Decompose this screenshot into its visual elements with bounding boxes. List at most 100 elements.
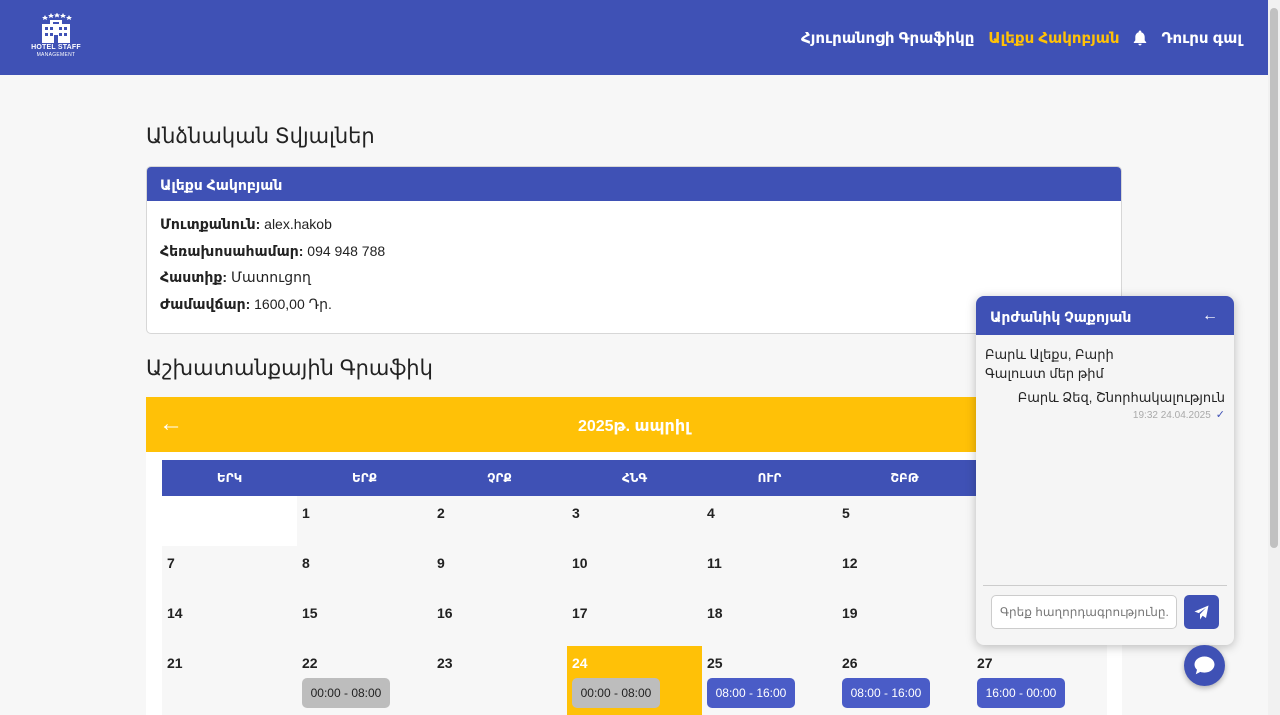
- chat-divider: [983, 585, 1227, 586]
- chat-header: Արժանիկ Չաքոյան ←: [976, 296, 1234, 335]
- day-number: 4: [707, 505, 715, 521]
- shift-badge[interactable]: 08:00 - 16:00: [842, 678, 930, 708]
- send-message-button[interactable]: [1184, 595, 1219, 629]
- weekday-header: ՀՆԳ: [567, 460, 702, 496]
- calendar-day-cell[interactable]: 10: [567, 546, 702, 596]
- calendar-empty-cell: [162, 496, 297, 546]
- shift-badge[interactable]: 00:00 - 08:00: [302, 678, 390, 708]
- day-number: 12: [842, 555, 858, 571]
- hotel-logo[interactable]: HOTEL STAFF MANAGEMENT: [29, 13, 83, 63]
- nav-logout-link[interactable]: Դուրս գալ: [1161, 29, 1242, 47]
- position-row: Հաստիք: Մատուցող: [160, 264, 1108, 291]
- day-number: 14: [167, 605, 183, 621]
- calendar-day-cell[interactable]: 24 00:00 - 08:00: [567, 646, 702, 715]
- calendar-day-cell[interactable]: 25 08:00 - 16:00: [702, 646, 837, 715]
- weekday-header: ԵՐՔ: [297, 460, 432, 496]
- day-number: 23: [437, 655, 453, 671]
- weekday-header: ԵՐԿ: [162, 460, 297, 496]
- work-schedule-heading: Աշխատանքային Գրաֆիկ: [146, 357, 433, 380]
- day-number: 16: [437, 605, 453, 621]
- position-label: Հաստիք:: [160, 269, 228, 285]
- day-number: 27: [977, 655, 993, 671]
- nav-links: Հյուրանոցի Գրաֆիկը Ալեքս Հակոբյան Դուրս …: [801, 0, 1242, 75]
- day-number: 10: [572, 555, 588, 571]
- calendar-day-cell[interactable]: 16: [432, 596, 567, 646]
- send-icon: [1194, 605, 1209, 620]
- day-number: 15: [302, 605, 318, 621]
- chat-message-incoming: Բարև Ալեքս, Բարի Գալուստ մեր թիմ: [985, 347, 1114, 381]
- hourly-rate-label: Ժամավճար:: [160, 295, 251, 312]
- calendar-day-cell[interactable]: 1: [297, 496, 432, 546]
- chat-message-outgoing: Բարև Ձեզ, Շնորհակալություն: [1017, 390, 1225, 405]
- top-navbar: HOTEL STAFF MANAGEMENT Հյուրանոցի Գրաֆիկ…: [0, 0, 1268, 75]
- chat-toggle-button[interactable]: [1184, 645, 1225, 686]
- weekday-header: ՈՒՐ: [702, 460, 837, 496]
- nav-hotel-schedule-link[interactable]: Հյուրանոցի Գրաֆիկը: [801, 29, 974, 47]
- chat-message-input[interactable]: [991, 595, 1177, 629]
- calendar-day-cell[interactable]: 11: [702, 546, 837, 596]
- day-number: 21: [167, 655, 183, 671]
- brand-line1: HOTEL STAFF: [31, 44, 81, 51]
- read-check-icon: ✓: [1215, 409, 1225, 421]
- page-scrollbar[interactable]: [1268, 0, 1280, 715]
- day-number: 8: [302, 555, 310, 571]
- calendar-day-cell[interactable]: 7: [162, 546, 297, 596]
- day-number: 26: [842, 655, 858, 671]
- calendar-day-cell[interactable]: 2: [432, 496, 567, 546]
- calendar-day-cell[interactable]: 14: [162, 596, 297, 646]
- day-number: 9: [437, 555, 445, 571]
- phone-label: Հեռախոսահամար:: [160, 242, 304, 259]
- calendar-day-cell[interactable]: 22 00:00 - 08:00: [297, 646, 432, 715]
- day-number: 24: [572, 655, 588, 671]
- calendar-day-cell[interactable]: 4: [702, 496, 837, 546]
- username-label: Մուտքանուն:: [160, 216, 261, 232]
- calendar-day-cell[interactable]: 8: [297, 546, 432, 596]
- calendar-day-cell[interactable]: 19: [837, 596, 972, 646]
- calendar-day-cell[interactable]: 23: [432, 646, 567, 715]
- brand-line2: MANAGEMENT: [36, 52, 76, 58]
- phone-row: Հեռախոսահամար: 094 948 788: [160, 238, 1108, 265]
- scrollbar-thumb[interactable]: [1270, 8, 1278, 548]
- username-value: alex.hakob: [264, 216, 332, 232]
- weekday-header: ՉՐՔ: [432, 460, 567, 496]
- shift-badge[interactable]: 00:00 - 08:00: [572, 678, 660, 708]
- shift-badge[interactable]: 16:00 - 00:00: [977, 678, 1065, 708]
- day-number: 5: [842, 505, 850, 521]
- username-row: Մուտքանուն: alex.hakob: [160, 211, 1108, 238]
- calendar-day-cell[interactable]: 3: [567, 496, 702, 546]
- day-number: 3: [572, 505, 580, 521]
- phone-value: 094 948 788: [307, 242, 386, 259]
- day-number: 1: [302, 505, 310, 521]
- day-number: 18: [707, 605, 723, 621]
- calendar-day-cell[interactable]: 5: [837, 496, 972, 546]
- calendar-day-cell[interactable]: 18: [702, 596, 837, 646]
- chat-back-button[interactable]: ←: [1202, 307, 1218, 325]
- day-number: 17: [572, 605, 588, 621]
- calendar-day-cell[interactable]: 21: [162, 646, 297, 715]
- calendar-day-cell[interactable]: 9: [432, 546, 567, 596]
- weekday-header: ՇԲԹ: [837, 460, 972, 496]
- card-body: Մուտքանուն: alex.hakob Հեռախոսահամար: 09…: [147, 201, 1121, 327]
- hotel-building-icon: [42, 13, 72, 43]
- calendar-day-cell[interactable]: 15: [297, 596, 432, 646]
- bell-icon[interactable]: [1133, 30, 1147, 46]
- card-user-name: Ալեքս Հակոբյան: [147, 167, 1121, 201]
- calendar-day-cell[interactable]: 12: [837, 546, 972, 596]
- personal-data-heading: Անձնական Տվյալներ: [146, 125, 375, 148]
- day-number: 11: [707, 555, 722, 571]
- chat-window: Արժանիկ Չաքոյան ← Բարև Ալեքս, Բարի Գալու…: [976, 296, 1234, 645]
- position-value: Մատուցող: [230, 269, 311, 285]
- calendar-day-cell[interactable]: 26 08:00 - 16:00: [837, 646, 972, 715]
- calendar-day-cell[interactable]: 17: [567, 596, 702, 646]
- day-number: 25: [707, 655, 723, 671]
- day-number: 22: [302, 655, 318, 671]
- calendar-day-cell[interactable]: 27 16:00 - 00:00: [972, 646, 1107, 715]
- chat-message-time: 19:32 24.04.2025: [1132, 410, 1211, 421]
- nav-user-link[interactable]: Ալեքս Հակոբյան: [988, 29, 1119, 47]
- chat-bubble-icon: [1194, 656, 1215, 675]
- chat-message-meta: 19:32 24.04.2025 ✓: [1133, 408, 1225, 421]
- day-number: 7: [167, 555, 175, 571]
- hourly-rate-value: 1600,00 Դր.: [254, 295, 332, 312]
- shift-badge[interactable]: 08:00 - 16:00: [707, 678, 795, 708]
- hourly-rate-row: Ժամավճար: 1600,00 Դր.: [160, 291, 1108, 318]
